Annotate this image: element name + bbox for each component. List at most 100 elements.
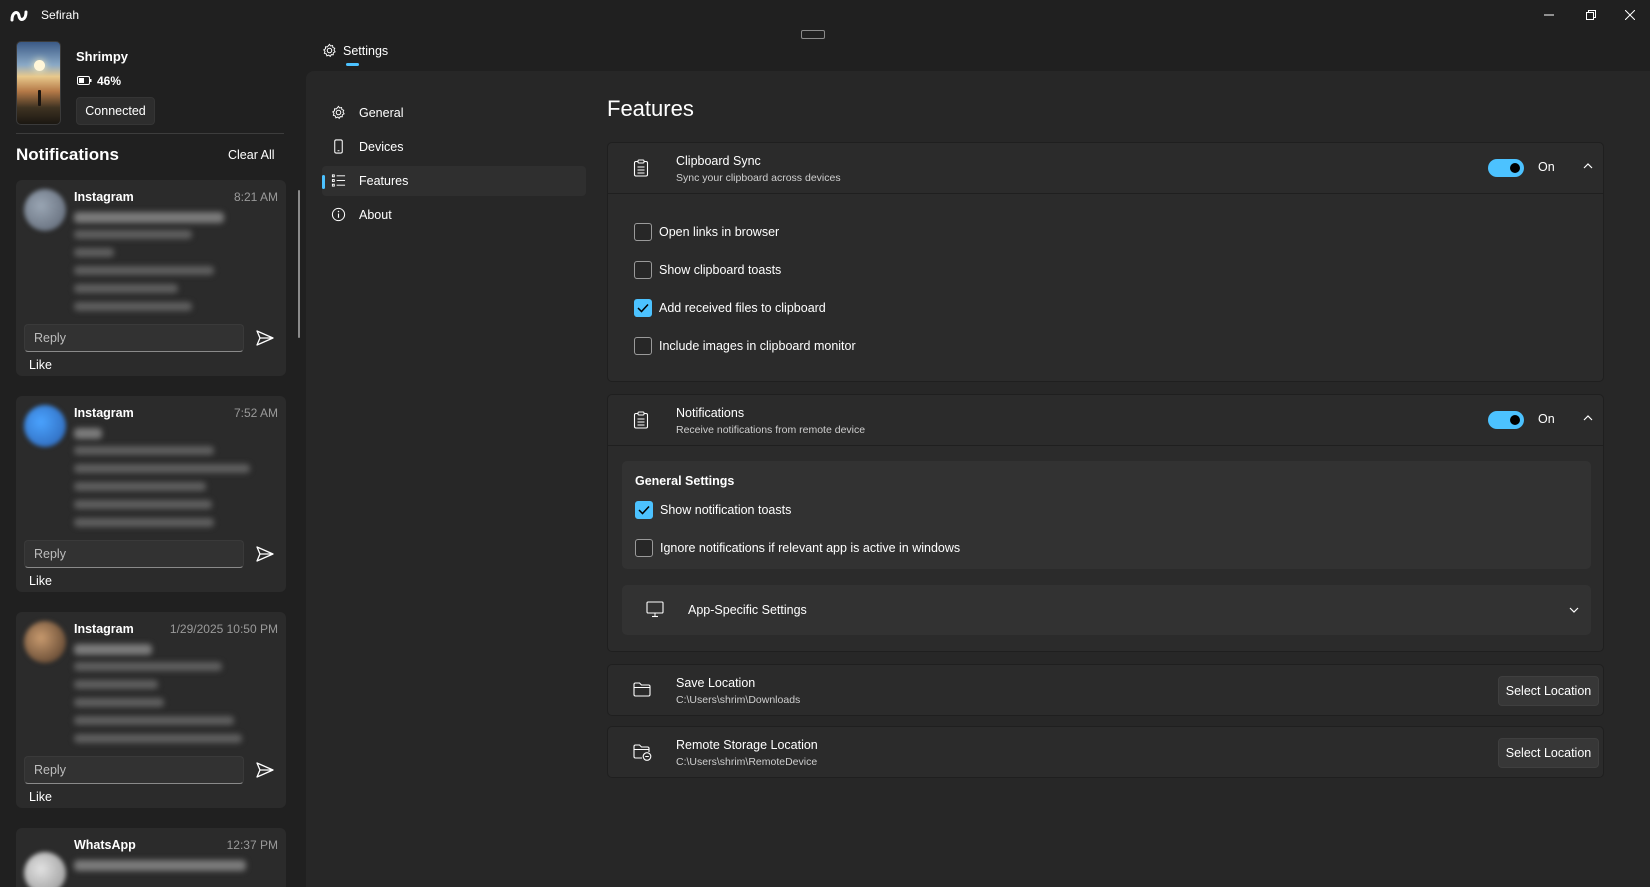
- nav-item-label: About: [359, 208, 392, 222]
- avatar: [24, 852, 66, 887]
- like-button[interactable]: Like: [29, 790, 52, 804]
- folder-link-icon: [633, 744, 652, 761]
- close-icon: [1625, 10, 1635, 20]
- notification-card[interactable]: Instagram 8:21 AM Like: [16, 180, 286, 376]
- blurred-content: [74, 266, 214, 275]
- checkbox-label: Ignore notifications if relevant app is …: [660, 541, 961, 555]
- expander-title: App-Specific Settings: [688, 603, 807, 617]
- checkbox-checked[interactable]: [635, 501, 653, 519]
- checkbox-checked[interactable]: [634, 299, 652, 317]
- nav-item-features[interactable]: Features: [322, 166, 586, 196]
- checkbox-label: Show clipboard toasts: [659, 263, 782, 277]
- select-remote-location-button[interactable]: Select Location: [1498, 738, 1599, 768]
- phone-icon: [331, 139, 346, 154]
- select-save-location-button[interactable]: Select Location: [1498, 676, 1599, 706]
- like-button[interactable]: Like: [29, 574, 52, 588]
- send-icon: [256, 762, 274, 778]
- card-title: Save Location: [676, 676, 756, 690]
- notification-card[interactable]: Instagram 7:52 AM Like: [16, 396, 286, 592]
- blurred-content: [74, 482, 206, 491]
- nav-item-devices[interactable]: Devices: [322, 132, 586, 162]
- like-button[interactable]: Like: [29, 358, 52, 372]
- clipboard-sync-card: Clipboard Sync Sync your clipboard acros…: [607, 142, 1604, 382]
- clipboard-sync-toggle[interactable]: [1488, 159, 1524, 177]
- app-title: Sefirah: [41, 8, 80, 22]
- connection-status-button[interactable]: Connected: [76, 97, 155, 125]
- send-button[interactable]: [252, 757, 278, 783]
- open-links-option[interactable]: Open links in browser: [634, 222, 779, 242]
- checkbox[interactable]: [634, 261, 652, 279]
- blurred-content: [74, 662, 222, 671]
- blurred-content: [74, 284, 178, 293]
- general-settings-section: General Settings Show notification toast…: [622, 461, 1591, 569]
- toggle-state-label: On: [1538, 160, 1555, 174]
- chevron-up-icon[interactable]: [1582, 412, 1594, 424]
- blurred-content: [74, 698, 164, 707]
- send-button[interactable]: [252, 325, 278, 351]
- avatar: [24, 405, 66, 447]
- send-button[interactable]: [252, 541, 278, 567]
- minimize-icon: [1544, 10, 1554, 20]
- device-wallpaper-thumbnail: [16, 41, 61, 125]
- checkbox[interactable]: [634, 223, 652, 241]
- close-button[interactable]: [1610, 0, 1650, 30]
- notification-time: 7:52 AM: [233, 406, 278, 420]
- chevron-down-icon[interactable]: [1568, 604, 1580, 616]
- reply-input[interactable]: [24, 540, 244, 568]
- notifications-toggle[interactable]: [1488, 411, 1524, 429]
- card-subtitle: Sync your clipboard across devices: [676, 172, 841, 184]
- nav-selected-indicator: [322, 175, 325, 189]
- checkbox-label: Open links in browser: [659, 225, 780, 239]
- checkbox-label: Show notification toasts: [660, 503, 792, 517]
- gear-icon: [322, 43, 337, 58]
- blurred-content: [74, 500, 212, 509]
- reply-input[interactable]: [24, 324, 244, 352]
- maximize-button[interactable]: [1571, 0, 1611, 30]
- notifications-feature-header[interactable]: Notifications Receive notifications from…: [608, 395, 1603, 445]
- monitor-icon: [646, 601, 664, 618]
- nav-item-label: Features: [359, 174, 409, 188]
- card-title: Notifications: [676, 406, 745, 420]
- checkbox[interactable]: [634, 337, 652, 355]
- notification-toasts-option[interactable]: Show notification toasts: [635, 500, 791, 520]
- device-name: Shrimpy: [76, 49, 129, 64]
- clipboard-toasts-option[interactable]: Show clipboard toasts: [634, 260, 781, 280]
- clipboard-sync-header[interactable]: Clipboard Sync Sync your clipboard acros…: [608, 143, 1603, 193]
- add-files-option[interactable]: Add received files to clipboard: [634, 298, 826, 318]
- notification-time: 8:21 AM: [233, 190, 278, 204]
- blurred-content: [74, 860, 246, 871]
- toggle-state-label: On: [1538, 412, 1555, 426]
- nav-item-about[interactable]: About: [322, 200, 586, 230]
- notifications-scrollbar[interactable]: [298, 190, 300, 338]
- ignore-active-app-option[interactable]: Ignore notifications if relevant app is …: [635, 538, 960, 558]
- drag-handle[interactable]: [801, 30, 825, 39]
- clipboard-list-icon: [633, 411, 649, 429]
- reply-input[interactable]: [24, 756, 244, 784]
- checkbox-label: Include images in clipboard monitor: [659, 339, 856, 353]
- remote-storage-path: C:\Users\shrim\RemoteDevice: [676, 756, 818, 768]
- restore-icon: [1586, 10, 1596, 20]
- nav-item-label: Devices: [359, 140, 404, 154]
- notification-card[interactable]: WhatsApp 12:37 PM: [16, 828, 286, 887]
- notification-app-name: Instagram: [74, 406, 134, 420]
- blurred-content: [74, 518, 214, 527]
- tab-settings[interactable]: Settings: [343, 44, 388, 58]
- checkbox-label: Add received files to clipboard: [659, 301, 826, 315]
- include-images-option[interactable]: Include images in clipboard monitor: [634, 336, 856, 356]
- minimize-button[interactable]: [1529, 0, 1569, 30]
- nav-item-general[interactable]: General: [322, 98, 586, 128]
- clipboard-icon: [633, 159, 649, 177]
- title-bar[interactable]: Sefirah: [0, 0, 1650, 32]
- app-specific-settings-expander[interactable]: App-Specific Settings: [622, 585, 1591, 635]
- battery-icon: [77, 76, 92, 85]
- chevron-up-icon[interactable]: [1582, 160, 1594, 172]
- clear-all-button[interactable]: Clear All: [228, 148, 275, 162]
- checkbox[interactable]: [635, 539, 653, 557]
- info-icon: [331, 207, 346, 222]
- notification-card[interactable]: Instagram 1/29/2025 10:50 PM Like: [16, 612, 286, 808]
- blurred-content: [74, 464, 250, 473]
- checkmark-icon: [638, 505, 650, 515]
- blurred-content: [74, 248, 114, 257]
- divider: [16, 133, 284, 134]
- send-icon: [256, 330, 274, 346]
